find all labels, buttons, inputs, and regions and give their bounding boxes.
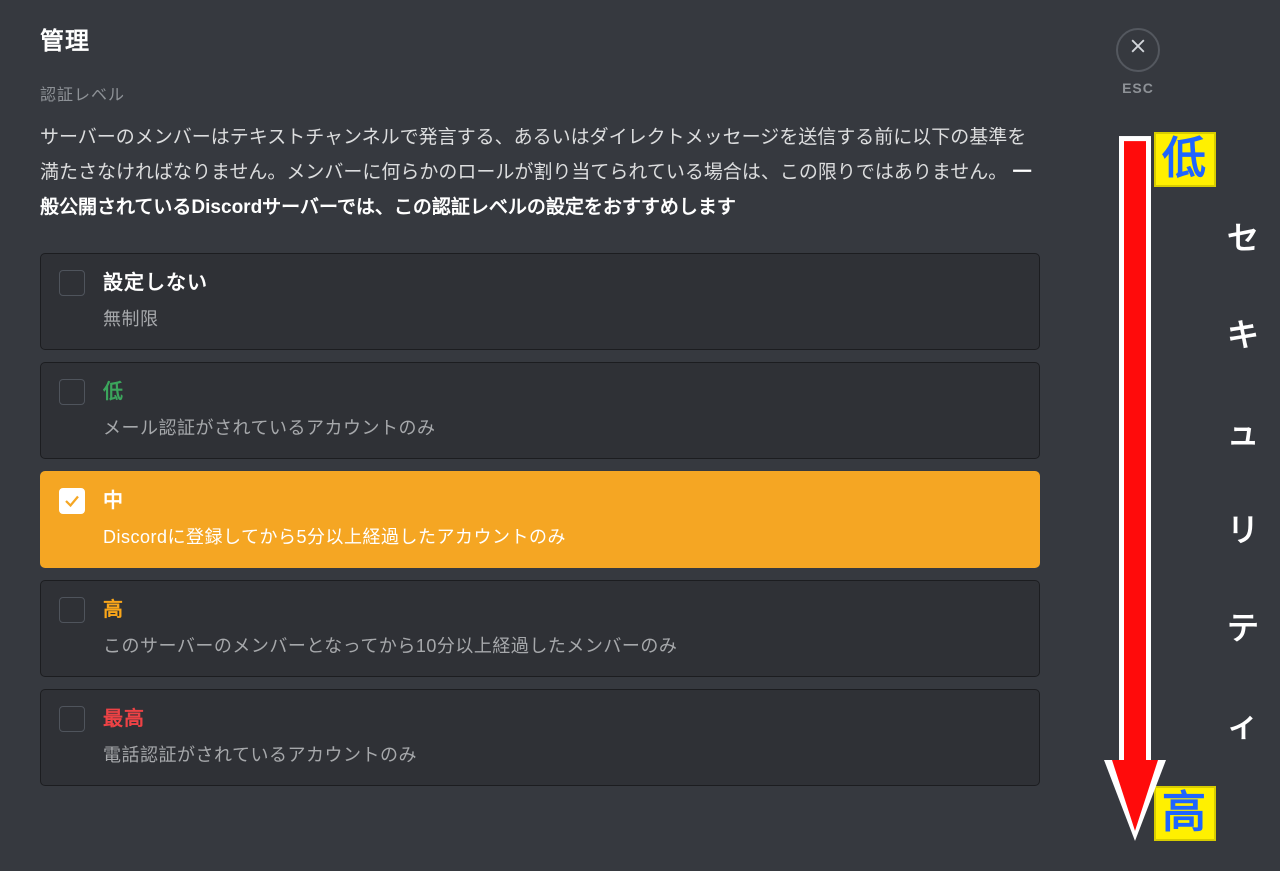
option-desc: Discordに登録してから5分以上経過したアカウントのみ: [103, 524, 566, 551]
annotation-side-char: セ: [1227, 222, 1259, 254]
option-desc: メール認証がされているアカウントのみ: [103, 415, 435, 442]
annotation-side-char: ィ: [1227, 709, 1259, 741]
checkbox[interactable]: [59, 270, 85, 296]
verification-option-high[interactable]: 高このサーバーのメンバーとなってから10分以上経過したメンバーのみ: [40, 580, 1040, 677]
option-body: 低メール認証がされているアカウントのみ: [103, 377, 435, 442]
option-desc: このサーバーのメンバーとなってから10分以上経過したメンバーのみ: [103, 633, 677, 660]
verification-option-highest[interactable]: 最高電話認証がされているアカウントのみ: [40, 689, 1040, 786]
option-body: 設定しない無制限: [103, 268, 208, 333]
annotation-side-char: キ: [1227, 319, 1259, 351]
close-group: ESC: [1116, 28, 1160, 99]
annotation-side-char: ュ: [1227, 417, 1259, 449]
page-title: 管理: [40, 24, 1040, 60]
option-body: 中 Discordに登録してから5分以上経過したアカウントのみ: [103, 486, 566, 551]
close-icon: [1128, 36, 1148, 64]
checkbox[interactable]: [59, 597, 85, 623]
close-button[interactable]: [1116, 28, 1160, 72]
option-body: 最高電話認証がされているアカウントのみ: [103, 704, 417, 769]
checkbox[interactable]: [59, 379, 85, 405]
verification-options: 設定しない無制限低メール認証がされているアカウントのみ中 Discordに登録して…: [40, 253, 1040, 786]
option-title: 最高: [103, 704, 417, 734]
esc-label: ESC: [1122, 78, 1154, 99]
option-desc: 電話認証がされているアカウントのみ: [103, 742, 417, 769]
verification-option-low[interactable]: 低メール認証がされているアカウントのみ: [40, 362, 1040, 459]
verification-option-medium[interactable]: 中 Discordに登録してから5分以上経過したアカウントのみ: [40, 471, 1040, 568]
option-title: 低: [103, 377, 435, 407]
option-body: 高このサーバーのメンバーとなってから10分以上経過したメンバーのみ: [103, 595, 677, 660]
section-description: サーバーのメンバーはテキストチャンネルで発言する、あるいはダイレクトメッセージを…: [40, 120, 1040, 225]
section-description-text: サーバーのメンバーはテキストチャンネルで発言する、あるいはダイレクトメッセージを…: [40, 127, 1026, 183]
checkbox[interactable]: [59, 706, 85, 732]
verification-option-none[interactable]: 設定しない無制限: [40, 253, 1040, 350]
option-title: 高: [103, 595, 677, 625]
annotation-arrow: [1100, 132, 1170, 841]
annotation-side-char: リ: [1227, 514, 1259, 546]
annotation-side-text: セキュリティ: [1218, 222, 1268, 741]
option-title: 中: [103, 486, 566, 516]
check-icon: [63, 492, 81, 510]
option-title: 設定しない: [103, 268, 208, 298]
annotation-overlay: 低 セキュリティ 高: [1100, 132, 1270, 841]
section-label: 認証レベル: [40, 84, 1040, 108]
option-desc: 無制限: [103, 306, 208, 333]
settings-content: 管理 認証レベル サーバーのメンバーはテキストチャンネルで発言する、あるいはダイ…: [40, 24, 1040, 786]
checkbox[interactable]: [59, 488, 85, 514]
annotation-side-char: テ: [1227, 612, 1259, 644]
